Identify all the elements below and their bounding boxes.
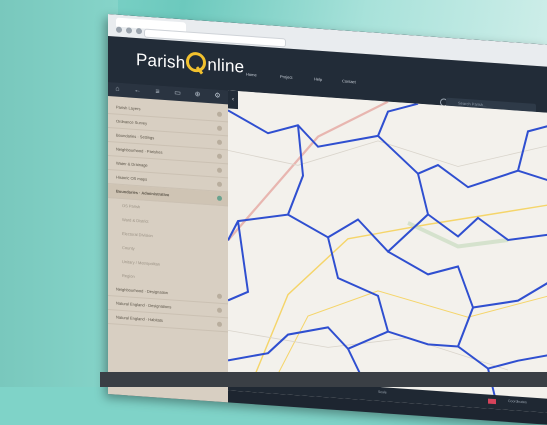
app-logo[interactable]: Parish nline: [136, 48, 244, 78]
map-view[interactable]: ‹: [228, 90, 547, 414]
background-left: [0, 0, 118, 387]
print-icon[interactable]: ▭: [174, 90, 181, 97]
layer-label: Natural England · Habitats: [116, 314, 163, 323]
measure-icon[interactable]: ⊕: [194, 91, 201, 98]
layer-label: Region: [122, 272, 135, 279]
layer-label: Natural England · Designations: [116, 300, 172, 310]
layer-label: Neighbourhood · Parishes: [116, 146, 163, 155]
status-middle: Scale: [378, 389, 387, 395]
layer-label: County: [122, 244, 135, 251]
layer-toggle-icon[interactable]: [217, 139, 222, 145]
layer-label: Ward & District: [122, 216, 149, 224]
back-icon[interactable]: [116, 26, 122, 33]
nav-help[interactable]: Help: [314, 76, 322, 82]
layer-label: Historic OS maps: [116, 174, 148, 182]
layers-panel: Parish Layers Ordnance Survey Boundaries ·…: [108, 96, 228, 405]
collapse-panel-button[interactable]: ‹: [228, 90, 238, 110]
layer-label: Electoral Division: [122, 230, 153, 239]
layer-toggle-icon[interactable]: [217, 307, 222, 313]
layer-toggle-icon[interactable]: [217, 167, 222, 173]
layer-label: Ordnance Survey: [116, 118, 148, 126]
layer-label: Water & Drainage: [116, 160, 148, 168]
layer-toggle-icon[interactable]: [217, 321, 222, 327]
layer-label: Boundaries · Settings: [116, 132, 155, 141]
layer-label: Boundaries · Administrative: [116, 188, 170, 198]
monitor-screen: Parish nline Home Project Help Contact Se…: [108, 14, 547, 425]
layer-toggle-icon[interactable]: [217, 195, 222, 201]
layer-label: OS Parish: [122, 202, 141, 210]
layer-toggle-icon[interactable]: [217, 125, 222, 131]
map-canvas: [228, 90, 547, 414]
layer-toggle-icon[interactable]: [217, 293, 222, 299]
back-arrow-icon[interactable]: ←: [134, 87, 141, 94]
layer-toggle-icon[interactable]: [217, 153, 222, 159]
forward-icon[interactable]: [126, 27, 132, 34]
layers-icon[interactable]: ≡: [154, 88, 161, 95]
status-right: Coordinates: [508, 398, 527, 405]
reload-icon[interactable]: [136, 27, 142, 35]
layer-toggle-icon[interactable]: [217, 181, 222, 187]
layer-label: Parish Layers: [116, 104, 141, 112]
layer-label: Neighbourhood · Designation: [116, 286, 169, 296]
status-indicator: [488, 398, 496, 405]
home-icon[interactable]: ⌂: [114, 85, 121, 93]
logo-text-prefix: Parish: [136, 49, 186, 73]
magnifier-logo-icon: [186, 51, 207, 73]
nav-contact[interactable]: Contact: [342, 78, 356, 84]
logo-text-suffix: nline: [207, 54, 245, 77]
settings-icon[interactable]: ⚙: [214, 92, 221, 99]
monitor-stand: [100, 372, 547, 387]
nav-home[interactable]: Home: [246, 72, 257, 78]
layer-label: Unitary / Metropolitan: [122, 258, 161, 267]
layer-toggle-icon[interactable]: [217, 111, 222, 117]
nav-project[interactable]: Project: [280, 74, 292, 80]
